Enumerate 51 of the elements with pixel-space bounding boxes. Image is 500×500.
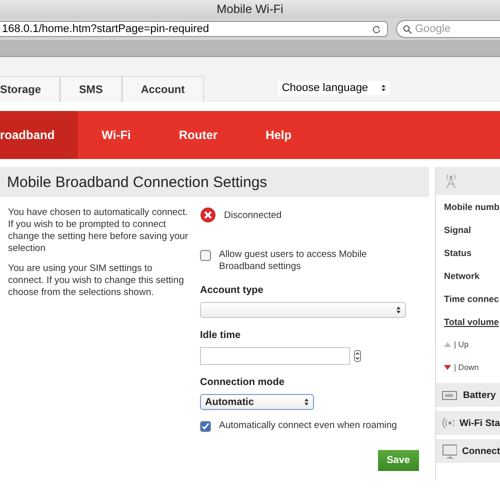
monitor-icon	[442, 444, 457, 458]
info-label: Status	[443, 246, 473, 260]
reload-icon[interactable]	[372, 24, 381, 34]
nav-item[interactable]: roadband	[0, 111, 78, 159]
save-button[interactable]: Save	[378, 450, 419, 471]
status-text: Disconnected	[224, 210, 282, 220]
sidebar-section[interactable]: Battery	[436, 383, 500, 407]
info-text: You have chosen to automatically connect. If you wish to be prompted to connect change the setting here before saving your selection	[8, 207, 190, 255]
down-label: | Down	[454, 363, 479, 372]
tab[interactable]: Account	[122, 76, 204, 102]
total-volume-link[interactable]: Total volume	[436, 310, 500, 333]
info-label: Network	[443, 270, 481, 282]
stepper-icon	[304, 398, 309, 406]
checkbox-label: Allow guest users to access Mobile Broadband settings	[219, 249, 368, 273]
up-label: | Up	[454, 340, 469, 349]
section-title: Battery	[463, 390, 496, 400]
search-icon	[403, 24, 412, 34]
nav-item[interactable]: Router	[154, 111, 242, 159]
battery-icon	[442, 390, 458, 400]
field-label: Connection mode	[200, 377, 286, 388]
stepper-icon	[396, 306, 401, 314]
stepper-icon	[380, 84, 386, 92]
address-bar[interactable]: 168.0.1/home.htm?startPage=pin-required	[0, 21, 388, 37]
sidebar-section[interactable]: Connect	[436, 439, 500, 463]
field-label: Account type	[200, 285, 264, 296]
checkbox[interactable]	[200, 421, 211, 432]
info-label: Signal	[443, 224, 472, 237]
field-label: Idle time	[200, 330, 242, 341]
panel-title: Mobile Broadband Connection Settings	[0, 167, 429, 197]
tab[interactable]: Storage	[0, 76, 60, 102]
nav-item[interactable]: Wi-Fi	[78, 111, 155, 159]
tab[interactable]: SMS	[60, 76, 122, 102]
section-title: Connect	[462, 446, 500, 456]
info-label: Mobile numb	[443, 200, 500, 214]
stepper-icon[interactable]	[354, 350, 361, 362]
info-label: Time connec	[443, 292, 500, 306]
checkbox-label: Automatically connect even when roaming	[219, 420, 397, 432]
down-triangle-icon	[444, 365, 451, 370]
connection-mode-select[interactable]: Automatic	[200, 394, 314, 410]
antenna-icon	[444, 173, 458, 189]
idle-time-field[interactable]	[200, 347, 350, 365]
error-icon	[200, 207, 216, 223]
info-text: You are using your SIM settings to connect. If you wish to change this setting choose from the selections shown.	[8, 263, 185, 299]
language-select[interactable]: Choose language	[278, 81, 390, 95]
checkbox[interactable]	[200, 250, 211, 261]
sidebar-section[interactable]: Wi-Fi Sta	[436, 411, 500, 435]
nav-item[interactable]: Help	[242, 111, 316, 159]
window-title: Mobile Wi-Fi	[216, 2, 284, 16]
signal-waves-icon	[442, 417, 454, 429]
section-title: Wi-Fi Sta	[459, 418, 500, 428]
up-triangle-icon	[444, 342, 451, 347]
